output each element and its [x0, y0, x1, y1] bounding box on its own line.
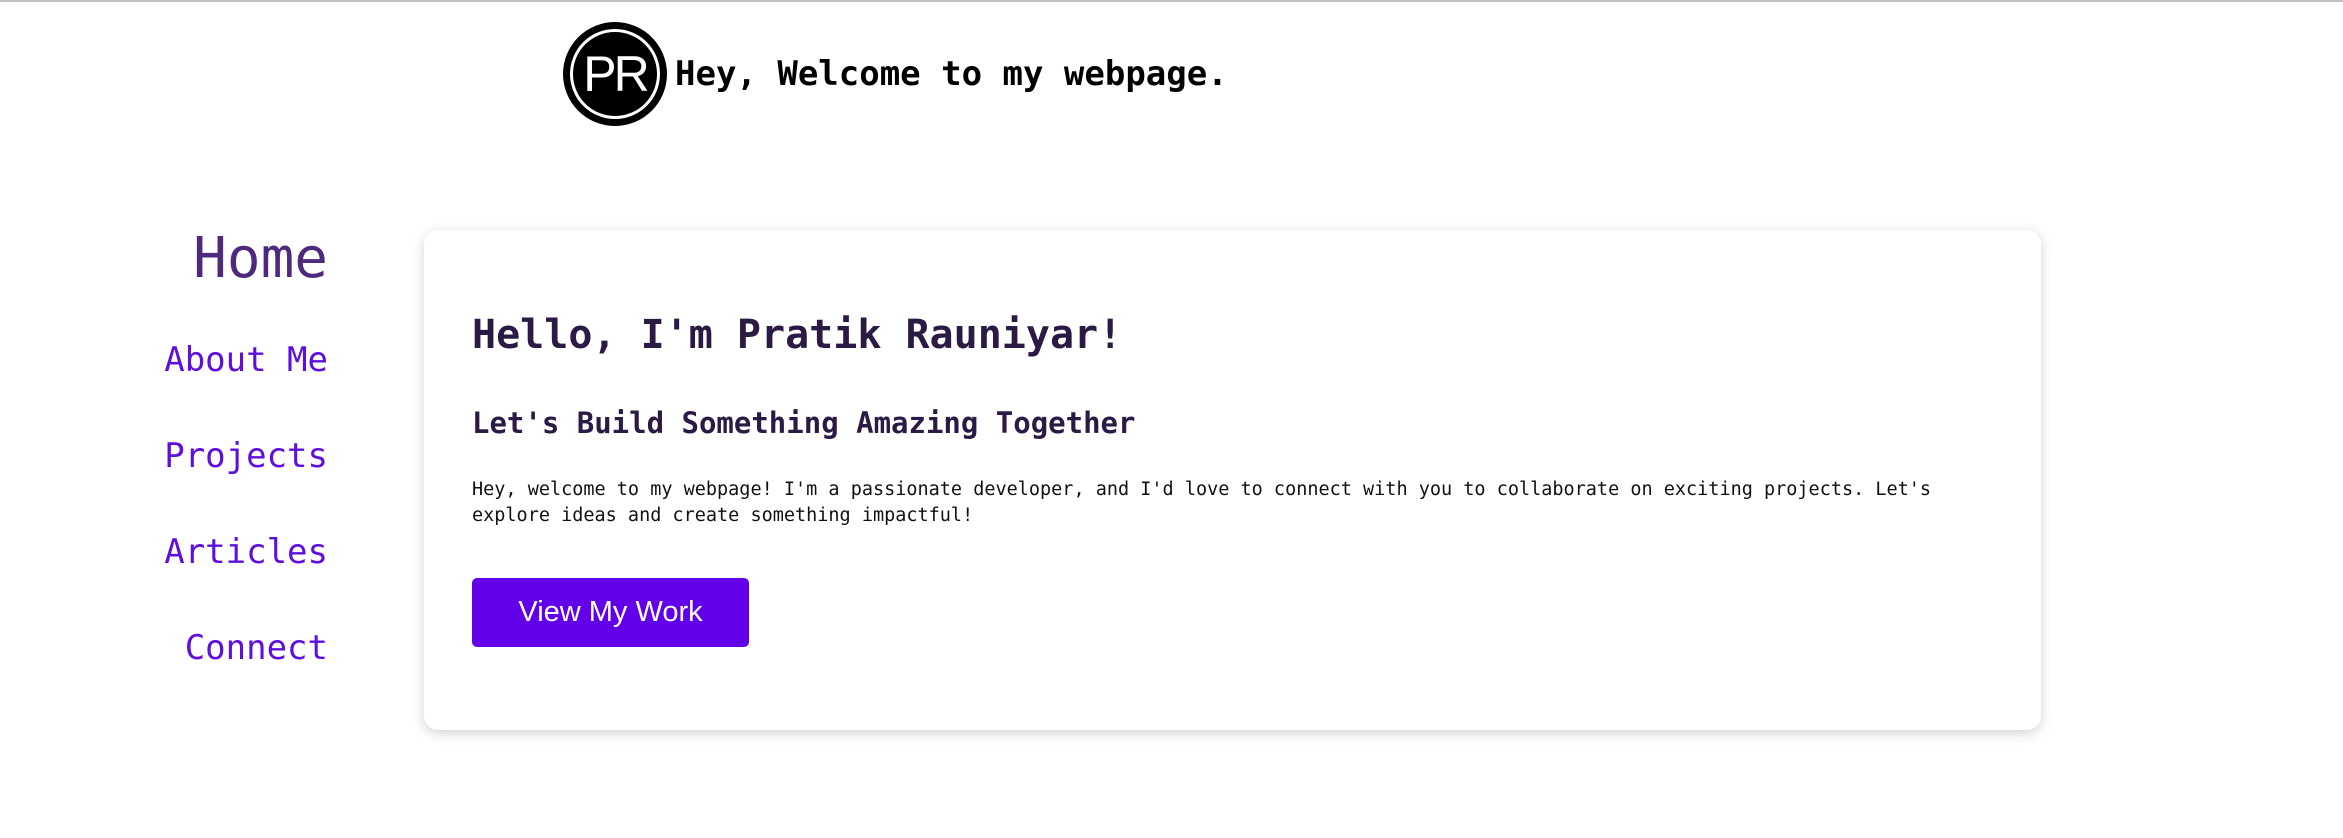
logo[interactable]: PR: [563, 22, 667, 126]
nav-item-connect[interactable]: Connect: [185, 628, 328, 668]
site-header: PR Hey, Welcome to my webpage.: [563, 22, 1228, 126]
header-title: Hey, Welcome to my webpage.: [675, 54, 1228, 94]
hero-description: Hey, welcome to my webpage! I'm a passio…: [472, 479, 1932, 526]
hero-title: Hello, I'm Pratik Rauniyar!: [472, 312, 1123, 358]
top-border: [0, 0, 2343, 2]
view-my-work-button[interactable]: View My Work: [472, 578, 749, 647]
nav-item-articles[interactable]: Articles: [164, 532, 328, 572]
hero-card: Hello, I'm Pratik Rauniyar! Let's Build …: [424, 230, 2041, 730]
hero-subtitle: Let's Build Something Amazing Together: [472, 406, 1136, 440]
nav-item-about-me[interactable]: About Me: [164, 340, 328, 380]
nav-item-projects[interactable]: Projects: [164, 436, 328, 476]
nav-item-home[interactable]: Home: [193, 226, 328, 291]
logo-text: PR: [583, 46, 649, 102]
logo-ring: PR: [570, 29, 660, 119]
